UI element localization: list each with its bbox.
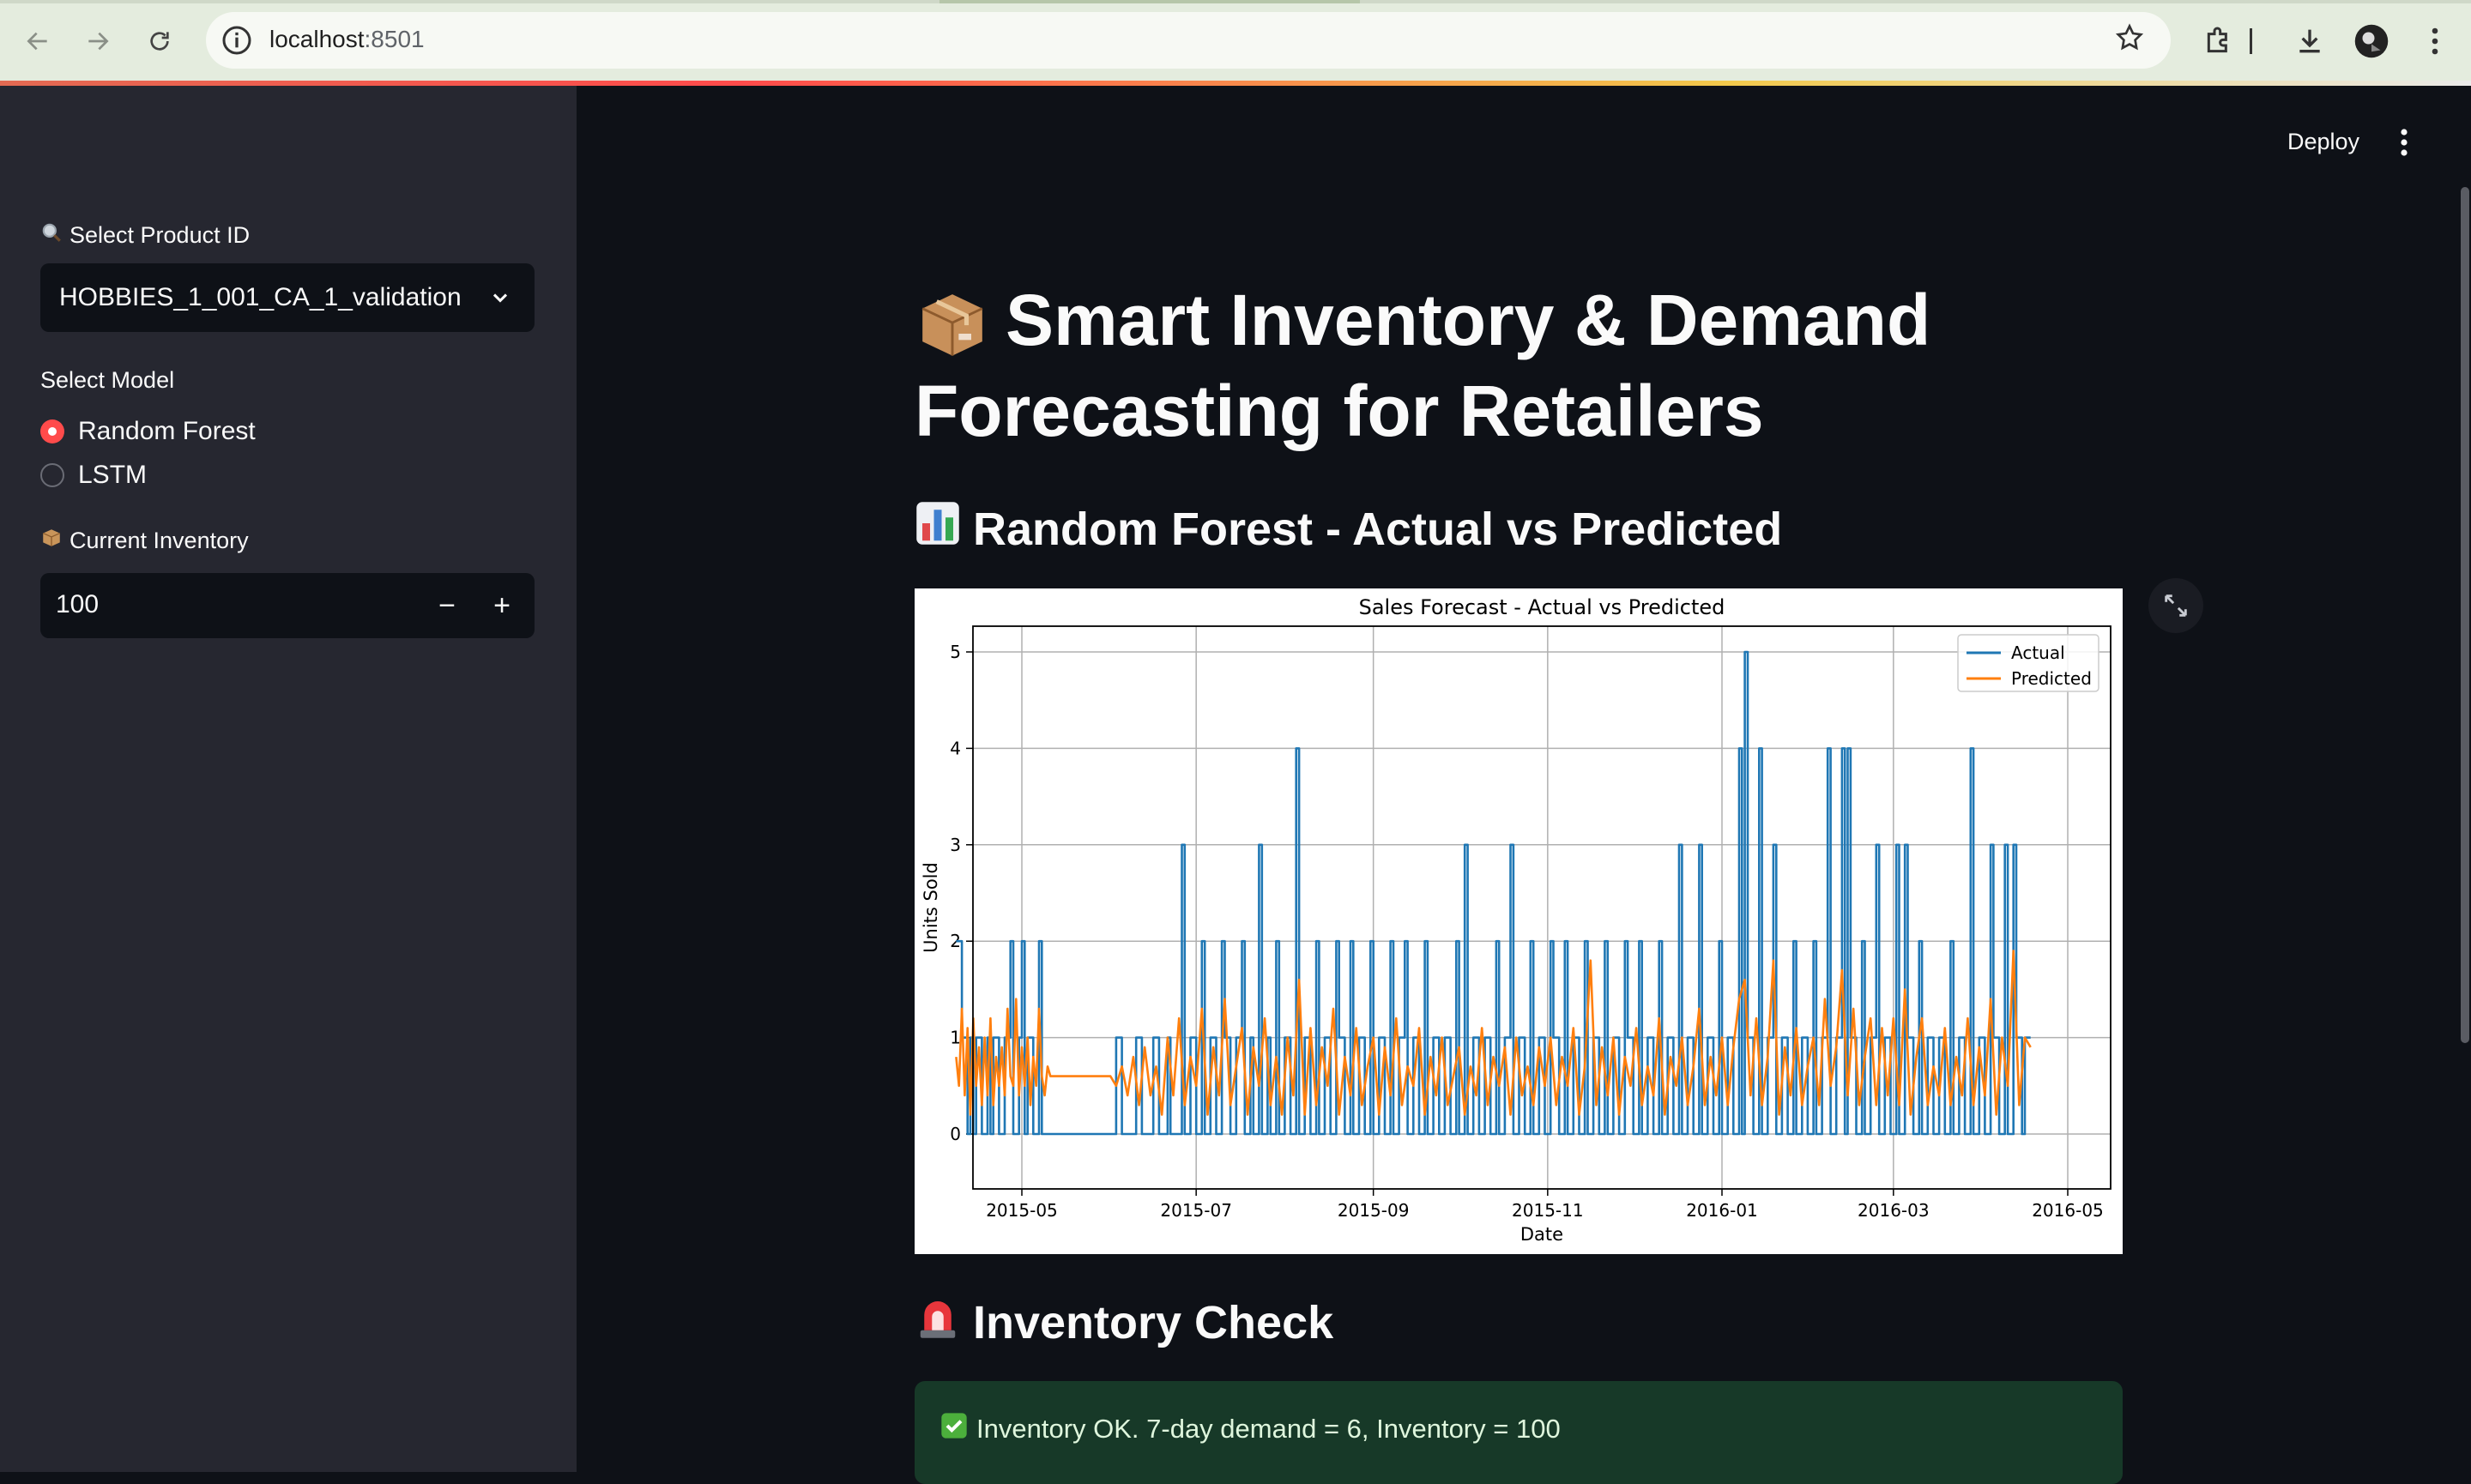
y-tick-label: 1 [950, 1028, 961, 1048]
inventory-label-text: Current Inventory [69, 528, 249, 553]
url-port: :8501 [364, 26, 425, 52]
alert-text: Inventory OK. 7-day demand = 6, Inventor… [976, 1414, 1561, 1444]
back-icon[interactable] [21, 24, 55, 58]
radio-label: LSTM [78, 461, 148, 489]
product-id-select[interactable]: HOBBIES_1_001_CA_1_validation [40, 263, 535, 332]
y-axis-label: Units Sold [921, 862, 941, 953]
product-id-value: HOBBIES_1_001_CA_1_validation [59, 283, 462, 311]
reload-icon[interactable] [142, 24, 177, 58]
x-tick-label: 2016-01 [1686, 1200, 1758, 1221]
legend-label-predicted: Predicted [2011, 668, 2092, 689]
radio-label: Random Forest [78, 417, 256, 445]
chart-heading-text: Random Forest - Actual vs Predicted [973, 503, 1783, 555]
check-mark-icon [940, 1412, 968, 1446]
bar-chart-icon [915, 499, 961, 558]
radio-selected-icon[interactable] [40, 419, 64, 443]
sidebar: Select Product ID HOBBIES_1_001_CA_1_val… [0, 86, 577, 1472]
inventory-heading-text: Inventory Check [973, 1296, 1334, 1348]
page-title-text: Smart Inventory & Demand Forecasting for… [915, 280, 1931, 451]
download-icon[interactable] [2291, 22, 2329, 60]
y-tick-label: 5 [950, 642, 961, 662]
y-tick-label: 0 [950, 1124, 961, 1144]
app-menu-icon[interactable] [2394, 127, 2414, 158]
site-info-icon[interactable] [220, 23, 254, 57]
chevron-down-icon[interactable] [488, 286, 512, 314]
inventory-number-input[interactable]: 100 − + [40, 573, 535, 638]
fullscreen-button[interactable] [2148, 578, 2203, 633]
expand-icon[interactable] [2161, 591, 2190, 620]
series-line-predicted [955, 950, 2032, 1116]
radio-option-lstm[interactable]: LSTM [40, 461, 147, 490]
increment-button[interactable]: + [476, 580, 528, 631]
chart-heading: Random Forest - Actual vs Predicted [915, 499, 1782, 558]
decrement-button[interactable]: − [421, 580, 473, 631]
radio-unselected-icon[interactable] [40, 463, 64, 487]
address-bar[interactable]: localhost:8501 [206, 12, 2171, 69]
forecast-chart-svg: Sales Forecast - Actual vs Predicted0123… [921, 595, 2112, 1245]
x-tick-label: 2015-07 [1160, 1200, 1232, 1221]
inventory-heading: Inventory Check [915, 1292, 1333, 1353]
product-id-label-text: Select Product ID [69, 222, 251, 248]
package-icon [40, 527, 63, 555]
inventory-value[interactable]: 100 [56, 590, 99, 619]
forecast-chart: Sales Forecast - Actual vs Predicted 0 1 2 3… [915, 588, 2123, 1254]
toolbar-divider [2246, 22, 2255, 60]
alert-content: Inventory OK. 7-day demand = 6, Inventor… [940, 1412, 1561, 1446]
siren-icon [915, 1292, 961, 1353]
y-tick-label: 4 [950, 738, 961, 758]
browser-toolbar: localhost:8501 [0, 0, 2471, 81]
extensions-icon[interactable] [2200, 22, 2238, 60]
x-tick-label: 2016-05 [2032, 1200, 2104, 1221]
chart-title: Sales Forecast - Actual vs Predicted [1359, 595, 1725, 619]
x-tick-label: 2016-03 [1858, 1200, 1930, 1221]
page-title: Smart Inventory & Demand Forecasting for… [915, 274, 2030, 456]
magnifier-icon [40, 221, 63, 250]
success-alert: Inventory OK. 7-day demand = 6, Inventor… [915, 1381, 2123, 1484]
profile-avatar[interactable] [2353, 22, 2390, 60]
x-tick-label: 2015-11 [1512, 1200, 1584, 1221]
forward-icon[interactable] [81, 24, 115, 58]
active-tab-indicator [939, 0, 1360, 3]
browser-menu-icon[interactable] [2416, 22, 2454, 60]
radio-option-random-forest[interactable]: Random Forest [40, 417, 256, 446]
deploy-button[interactable]: Deploy [2287, 129, 2359, 155]
url-text: localhost:8501 [269, 26, 425, 53]
x-tick-label: 2015-09 [1338, 1200, 1410, 1221]
main-scrollbar[interactable] [2461, 187, 2469, 1043]
tab-strip [0, 0, 2471, 3]
x-axis-label: Date [1520, 1224, 1563, 1245]
inventory-label: Current Inventory [40, 527, 249, 555]
url-host: localhost [269, 26, 365, 52]
x-tick-label: 2015-05 [986, 1200, 1058, 1221]
y-tick-label: 3 [950, 835, 961, 855]
bookmark-star-icon[interactable] [2114, 22, 2145, 61]
model-label: Select Model [40, 367, 175, 393]
legend-label-actual: Actual [2011, 642, 2065, 663]
product-id-label: Select Product ID [40, 221, 250, 250]
